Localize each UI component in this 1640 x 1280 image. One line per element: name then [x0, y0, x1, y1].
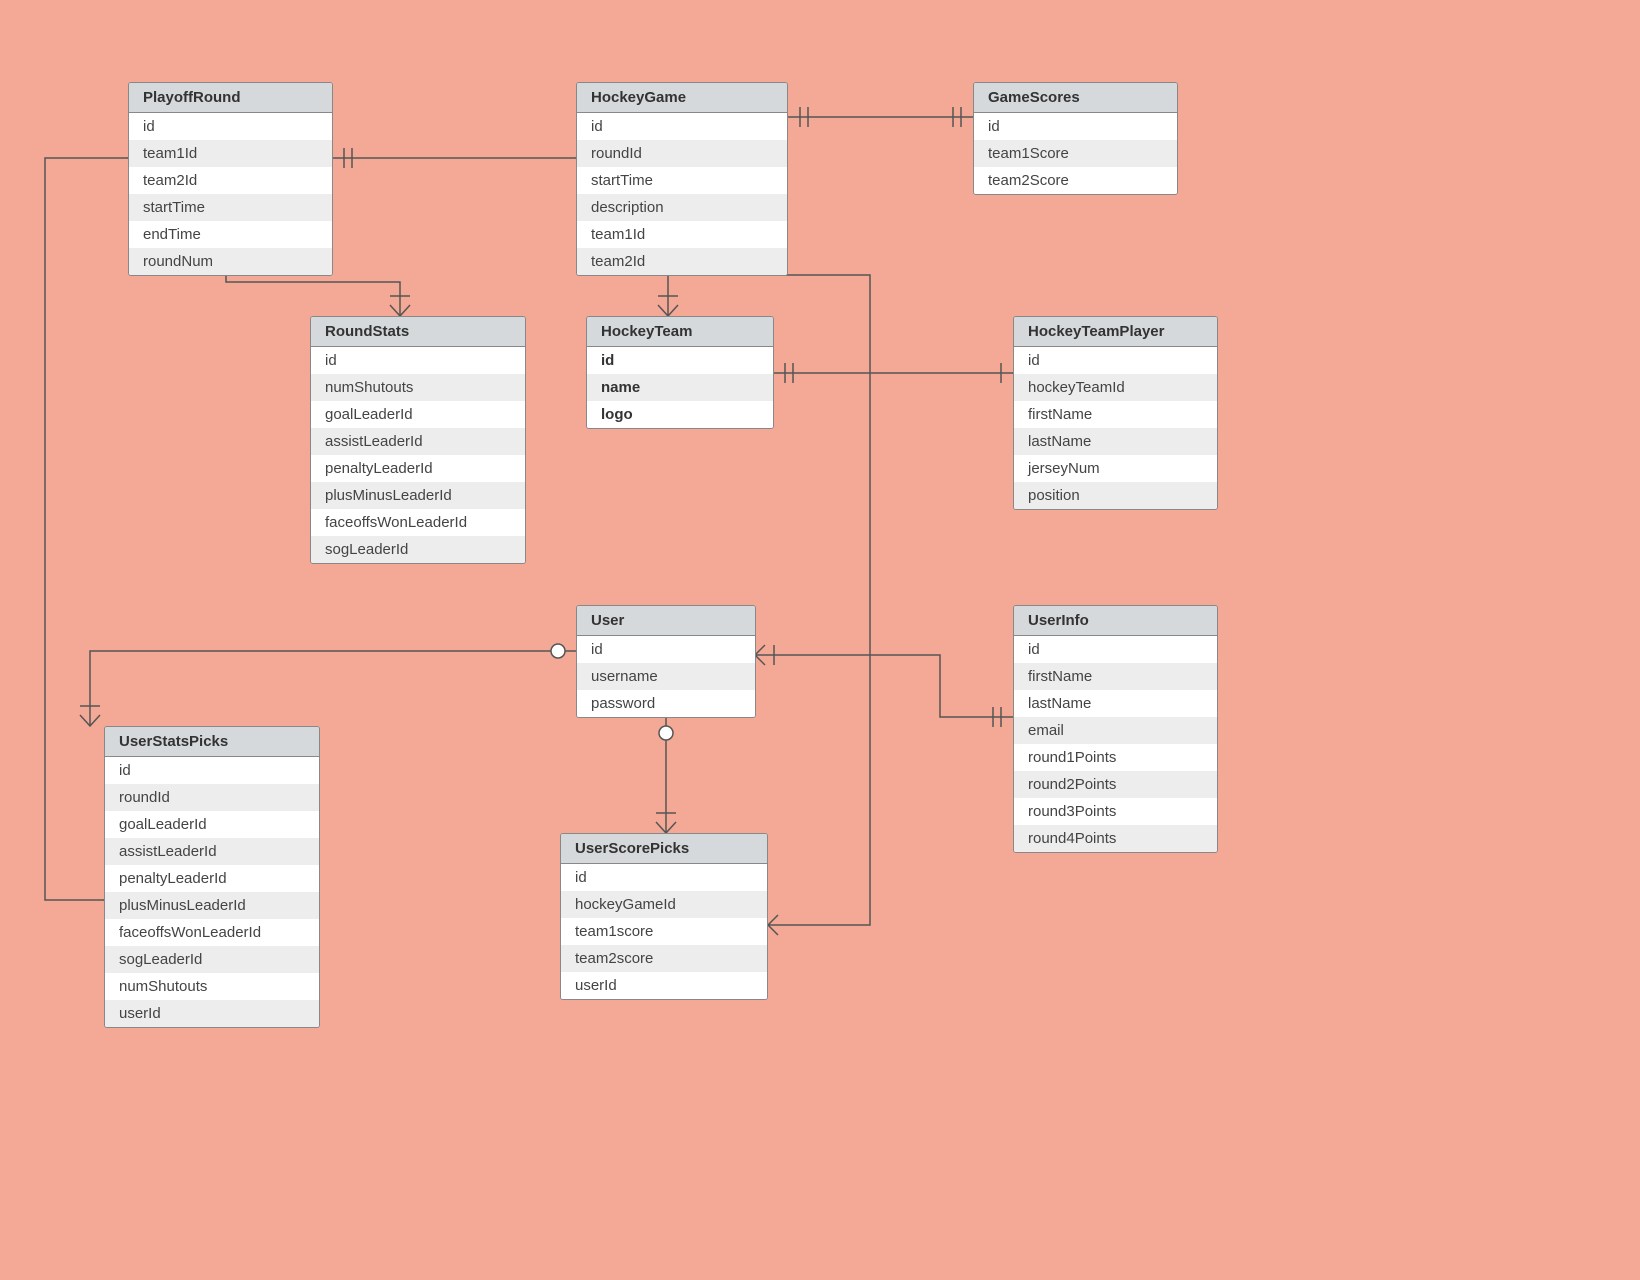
- field: team1Id: [577, 221, 787, 248]
- field: numShutouts: [311, 374, 525, 401]
- entity-header: UserScorePicks: [561, 834, 767, 864]
- entity-hockeyteamplayer: HockeyTeamPlayer id hockeyTeamId firstNa…: [1013, 316, 1218, 510]
- entity-header: GameScores: [974, 83, 1177, 113]
- entity-gamescores: GameScores id team1Score team2Score: [973, 82, 1178, 195]
- field: penaltyLeaderId: [311, 455, 525, 482]
- entity-playoffround: PlayoffRound id team1Id team2Id startTim…: [128, 82, 333, 276]
- field: id: [311, 347, 525, 374]
- field: username: [577, 663, 755, 690]
- field: team1score: [561, 918, 767, 945]
- field: jerseyNum: [1014, 455, 1217, 482]
- field: team2score: [561, 945, 767, 972]
- field: description: [577, 194, 787, 221]
- field: faceoffsWonLeaderId: [311, 509, 525, 536]
- entity-header: HockeyTeam: [587, 317, 773, 347]
- field: plusMinusLeaderId: [105, 892, 319, 919]
- field: startTime: [129, 194, 332, 221]
- field: name: [587, 374, 773, 401]
- field: team2Score: [974, 167, 1177, 194]
- field: team1Score: [974, 140, 1177, 167]
- field: sogLeaderId: [311, 536, 525, 563]
- field: id: [974, 113, 1177, 140]
- entity-userinfo: UserInfo id firstName lastName email rou…: [1013, 605, 1218, 853]
- entity-roundstats: RoundStats id numShutouts goalLeaderId a…: [310, 316, 526, 564]
- field: lastName: [1014, 690, 1217, 717]
- entity-userstatspicks: UserStatsPicks id roundId goalLeaderId a…: [104, 726, 320, 1028]
- field: endTime: [129, 221, 332, 248]
- field: id: [129, 113, 332, 140]
- field: id: [1014, 347, 1217, 374]
- entity-hockeyteam: HockeyTeam id name logo: [586, 316, 774, 429]
- field: faceoffsWonLeaderId: [105, 919, 319, 946]
- field: numShutouts: [105, 973, 319, 1000]
- entity-header: HockeyGame: [577, 83, 787, 113]
- field: assistLeaderId: [311, 428, 525, 455]
- field: team2Id: [129, 167, 332, 194]
- field: lastName: [1014, 428, 1217, 455]
- field: email: [1014, 717, 1217, 744]
- entity-header: UserInfo: [1014, 606, 1217, 636]
- field: roundId: [577, 140, 787, 167]
- field: round3Points: [1014, 798, 1217, 825]
- field: userId: [105, 1000, 319, 1027]
- field: plusMinusLeaderId: [311, 482, 525, 509]
- field: round2Points: [1014, 771, 1217, 798]
- entity-header: UserStatsPicks: [105, 727, 319, 757]
- entity-header: PlayoffRound: [129, 83, 332, 113]
- field: password: [577, 690, 755, 717]
- entity-user: User id username password: [576, 605, 756, 718]
- field: firstName: [1014, 663, 1217, 690]
- field: team2Id: [577, 248, 787, 275]
- field: team1Id: [129, 140, 332, 167]
- entity-hockeygame: HockeyGame id roundId startTime descript…: [576, 82, 788, 276]
- field: id: [587, 347, 773, 374]
- field: roundNum: [129, 248, 332, 275]
- field: hockeyTeamId: [1014, 374, 1217, 401]
- field: assistLeaderId: [105, 838, 319, 865]
- field: id: [577, 113, 787, 140]
- field: goalLeaderId: [105, 811, 319, 838]
- field: round4Points: [1014, 825, 1217, 852]
- field: round1Points: [1014, 744, 1217, 771]
- field: hockeyGameId: [561, 891, 767, 918]
- field: userId: [561, 972, 767, 999]
- entity-header: HockeyTeamPlayer: [1014, 317, 1217, 347]
- field: goalLeaderId: [311, 401, 525, 428]
- field: startTime: [577, 167, 787, 194]
- entity-header: RoundStats: [311, 317, 525, 347]
- field: id: [561, 864, 767, 891]
- field: penaltyLeaderId: [105, 865, 319, 892]
- field: logo: [587, 401, 773, 428]
- field: id: [105, 757, 319, 784]
- field: roundId: [105, 784, 319, 811]
- entity-userscorepicks: UserScorePicks id hockeyGameId team1scor…: [560, 833, 768, 1000]
- entity-header: User: [577, 606, 755, 636]
- field: firstName: [1014, 401, 1217, 428]
- field: id: [577, 636, 755, 663]
- field: position: [1014, 482, 1217, 509]
- field: id: [1014, 636, 1217, 663]
- field: sogLeaderId: [105, 946, 319, 973]
